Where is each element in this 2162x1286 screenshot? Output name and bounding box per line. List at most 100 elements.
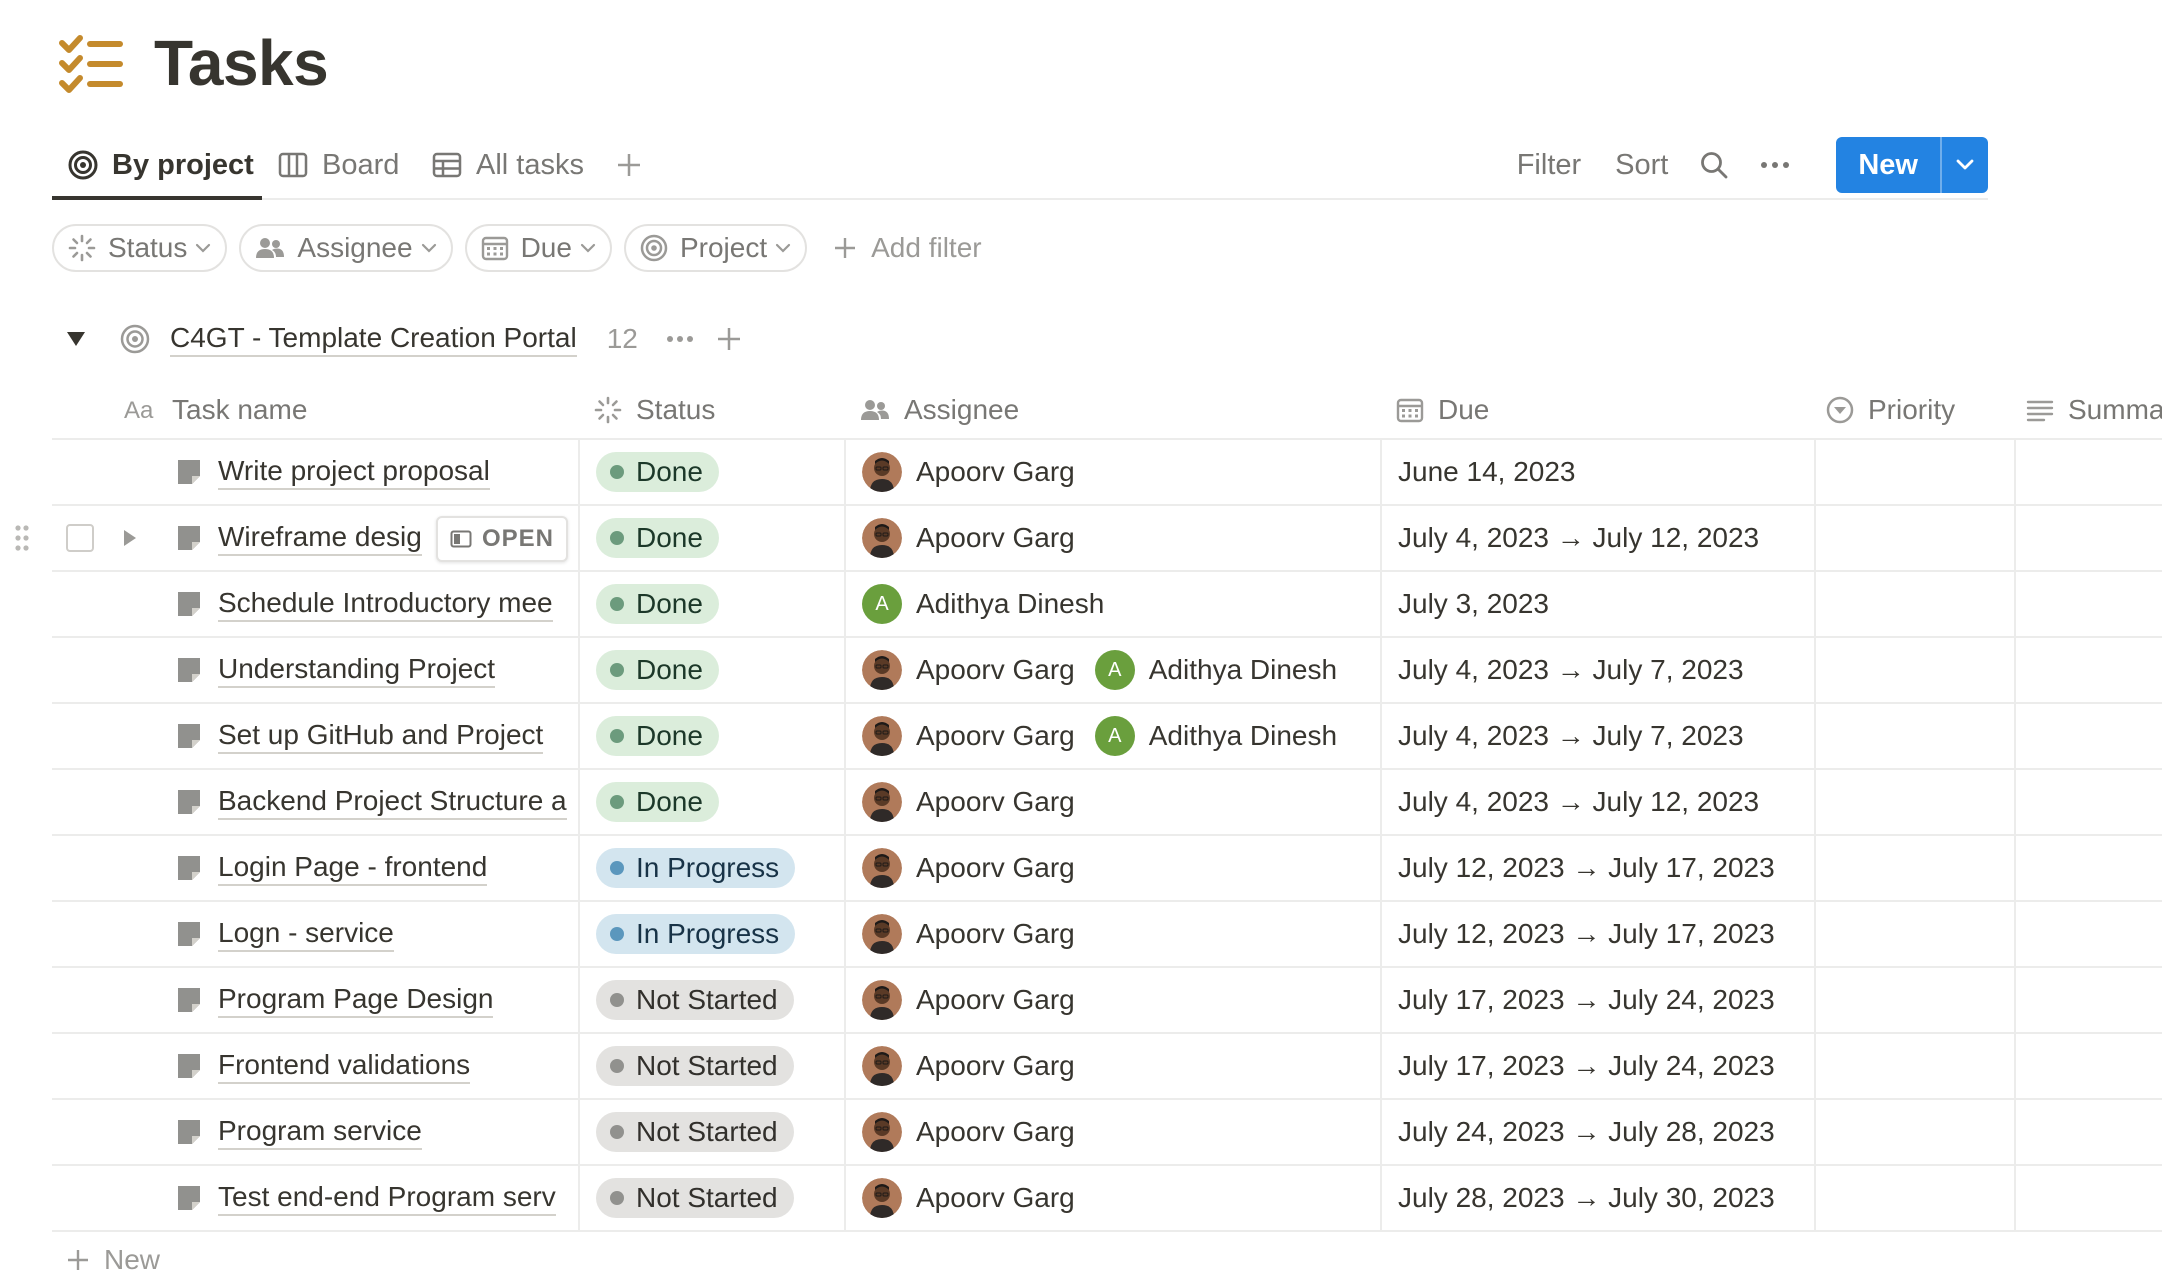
task-name-cell[interactable]: Schedule Introductory mee bbox=[176, 572, 580, 636]
table-row[interactable]: Set up GitHub and Project Done Apoorv Garg… bbox=[52, 704, 2162, 770]
assignee-cell[interactable]: Apoorv Garg bbox=[862, 968, 1095, 1032]
table-row[interactable]: Login Page - frontend In Progress Apoorv G… bbox=[52, 836, 2162, 902]
table-row[interactable]: Frontend validations Not Started Apoorv Ga… bbox=[52, 1034, 2162, 1100]
filter-chip-status[interactable]: Status bbox=[52, 224, 228, 272]
task-name-cell[interactable]: Program Page Design bbox=[176, 968, 580, 1032]
table-row[interactable]: Understanding Project Done Apoorv Garg A Adi… bbox=[52, 638, 2162, 704]
status-cell[interactable]: Done bbox=[596, 572, 719, 636]
filter-button[interactable]: Filter bbox=[1517, 149, 1581, 182]
tab-board[interactable]: Board bbox=[278, 132, 399, 198]
table-row[interactable]: Test end-end Program serv Not Started Apoo… bbox=[52, 1166, 2162, 1232]
status-cell[interactable]: Done bbox=[596, 638, 719, 702]
status-cell[interactable]: Not Started bbox=[596, 1034, 794, 1098]
due-cell[interactable]: July 4, 2023 → July 7, 2023 bbox=[1398, 704, 1744, 768]
task-name-cell[interactable]: Logn - service bbox=[176, 902, 580, 966]
group-more-button[interactable] bbox=[666, 335, 694, 343]
task-name[interactable]: Logn - service bbox=[218, 916, 394, 952]
due-cell[interactable]: July 4, 2023 → July 12, 2023 bbox=[1398, 506, 1759, 570]
column-header-status[interactable]: Status bbox=[582, 380, 715, 440]
status-cell[interactable]: Not Started bbox=[596, 968, 794, 1032]
add-filter-button[interactable]: Add filter bbox=[833, 232, 982, 264]
status-cell[interactable]: Not Started bbox=[596, 1100, 794, 1164]
group-name[interactable]: C4GT - Template Creation Portal bbox=[170, 322, 577, 357]
new-dropdown-button[interactable] bbox=[1940, 137, 1988, 193]
due-cell[interactable]: July 4, 2023 → July 12, 2023 bbox=[1398, 770, 1759, 834]
task-name[interactable]: Login Page - frontend bbox=[218, 850, 488, 886]
table-row[interactable]: Backend Project Structure a Done Apoorv Ga… bbox=[52, 770, 2162, 836]
assignee-cell[interactable]: Apoorv Garg bbox=[862, 506, 1095, 570]
task-name[interactable]: Schedule Introductory mee bbox=[218, 586, 553, 622]
table-row[interactable]: Program service Not Started Apoorv Garg Jul… bbox=[52, 1100, 2162, 1166]
table-row[interactable]: Wireframe desigeOPENDoneApoorv GargJuly … bbox=[15, 506, 2162, 572]
open-page-button[interactable]: OPEN bbox=[436, 516, 569, 562]
task-name[interactable]: Test end-end Program serv bbox=[218, 1180, 556, 1216]
column-header-task-name[interactable]: Aa Task name bbox=[112, 380, 307, 440]
status-cell[interactable]: Not Started bbox=[596, 1166, 794, 1230]
due-cell[interactable]: July 12, 2023 → July 17, 2023 bbox=[1398, 836, 1775, 900]
task-name-cell[interactable]: Write project proposal bbox=[176, 440, 580, 504]
due-cell[interactable]: July 17, 2023 → July 24, 2023 bbox=[1398, 968, 1775, 1032]
add-view-button[interactable] bbox=[612, 148, 646, 182]
column-header-priority[interactable]: Priority bbox=[1814, 380, 1955, 440]
due-cell[interactable]: July 12, 2023 → July 17, 2023 bbox=[1398, 902, 1775, 966]
assignee-cell[interactable]: Apoorv Garg bbox=[862, 770, 1095, 834]
filter-chip-project[interactable]: Project bbox=[623, 224, 808, 272]
task-name-cell[interactable]: Program service bbox=[176, 1100, 580, 1164]
status-cell[interactable]: Done bbox=[596, 440, 719, 504]
column-header-summary[interactable]: Summa bbox=[2014, 380, 2162, 440]
task-name[interactable]: Program service bbox=[218, 1114, 422, 1150]
filter-chip-due[interactable]: Due bbox=[464, 224, 612, 272]
row-checkbox[interactable] bbox=[66, 506, 94, 570]
task-name[interactable]: Understanding Project bbox=[218, 652, 496, 688]
due-cell[interactable]: July 24, 2023 → July 28, 2023 bbox=[1398, 1100, 1775, 1164]
task-name-cell[interactable]: Set up GitHub and Project bbox=[176, 704, 580, 768]
new-button[interactable]: New bbox=[1836, 137, 1940, 193]
table-row[interactable]: Write project proposal Done Apoorv Garg Jun… bbox=[52, 440, 2162, 506]
task-name[interactable]: Program Page Design bbox=[218, 982, 494, 1018]
filter-chip-assignee[interactable]: Assignee bbox=[239, 224, 453, 272]
table-row[interactable]: Schedule Introductory mee Done A Adithya Di… bbox=[52, 572, 2162, 638]
status-cell[interactable]: In Progress bbox=[596, 902, 796, 966]
row-expand-toggle[interactable] bbox=[122, 506, 138, 570]
more-options-button[interactable] bbox=[1760, 161, 1790, 169]
task-name-cell[interactable]: Backend Project Structure a bbox=[176, 770, 580, 834]
sort-button[interactable]: Sort bbox=[1615, 149, 1668, 182]
assignee-cell[interactable]: Apoorv Garg bbox=[862, 836, 1095, 900]
task-name[interactable]: Frontend validations bbox=[218, 1048, 471, 1084]
column-header-assignee[interactable]: Assignee bbox=[848, 380, 1019, 440]
search-button[interactable] bbox=[1700, 151, 1728, 179]
group-collapse-toggle[interactable] bbox=[62, 325, 90, 353]
task-name[interactable]: Wireframe desig bbox=[218, 520, 422, 556]
status-cell[interactable]: Done bbox=[596, 770, 719, 834]
task-name-cell[interactable]: Understanding Project bbox=[176, 638, 580, 702]
assignee-cell[interactable]: Apoorv Garg A Adithya Dinesh bbox=[862, 704, 1357, 768]
assignee-cell[interactable]: Apoorv Garg bbox=[862, 440, 1095, 504]
status-cell[interactable]: Done bbox=[596, 506, 719, 570]
due-cell[interactable]: July 4, 2023 → July 7, 2023 bbox=[1398, 638, 1744, 702]
status-cell[interactable]: Done bbox=[596, 704, 719, 768]
assignee-cell[interactable]: Apoorv Garg bbox=[862, 902, 1095, 966]
table-row[interactable]: Program Page Design Not Started Apoorv Gar… bbox=[52, 968, 2162, 1034]
due-cell[interactable]: July 28, 2023 → July 30, 2023 bbox=[1398, 1166, 1775, 1230]
assignee-cell[interactable]: Apoorv Garg bbox=[862, 1100, 1095, 1164]
table-row[interactable]: Logn - service In Progress Apoorv Garg July… bbox=[52, 902, 2162, 968]
task-name[interactable]: Set up GitHub and Project bbox=[218, 718, 544, 754]
tab-all-tasks[interactable]: All tasks bbox=[432, 132, 584, 198]
column-header-due[interactable]: Due bbox=[1384, 380, 1489, 440]
due-cell[interactable]: July 17, 2023 → July 24, 2023 bbox=[1398, 1034, 1775, 1098]
row-drag-handle[interactable] bbox=[14, 506, 30, 570]
task-name-cell[interactable]: Login Page - frontend bbox=[176, 836, 580, 900]
due-cell[interactable]: June 14, 2023 bbox=[1398, 440, 1576, 504]
task-name-cell[interactable]: Test end-end Program serv bbox=[176, 1166, 580, 1230]
task-name-cell[interactable]: Frontend validations bbox=[176, 1034, 580, 1098]
due-cell[interactable]: July 3, 2023 bbox=[1398, 572, 1549, 636]
task-name[interactable]: Write project proposal bbox=[218, 454, 490, 490]
assignee-cell[interactable]: Apoorv Garg bbox=[862, 1166, 1095, 1230]
status-cell[interactable]: In Progress bbox=[596, 836, 796, 900]
add-new-row-button[interactable]: New bbox=[66, 1244, 160, 1276]
assignee-cell[interactable]: A Adithya Dinesh bbox=[862, 572, 1124, 636]
tab-by-project[interactable]: By project bbox=[52, 132, 262, 200]
task-name[interactable]: Backend Project Structure a bbox=[218, 784, 567, 820]
group-add-button[interactable] bbox=[716, 326, 742, 352]
assignee-cell[interactable]: Apoorv Garg A Adithya Dinesh bbox=[862, 638, 1357, 702]
